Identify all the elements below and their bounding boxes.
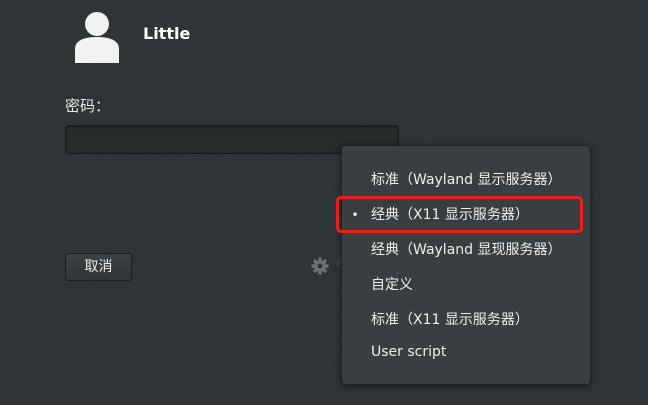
session-item-label: 标准（X11 显示服务器） [371,312,529,328]
session-item-classic-wayland[interactable]: 经典（Wayland 显现服务器） [342,235,590,265]
session-menu: 标准（Wayland 显示服务器） • 经典（X11 显示服务器） 经典（Way… [341,145,591,385]
session-item-label: 经典（X11 显示服务器） [371,207,529,223]
user-avatar-icon [75,12,119,63]
session-item-classic-x11[interactable]: • 经典（X11 显示服务器） [342,200,590,230]
password-label: 密码： [65,97,111,115]
session-item-label: User script [371,344,447,360]
session-item-label: 标准（Wayland 显示服务器） [371,172,562,188]
session-item-custom[interactable]: 自定义 [342,270,590,300]
user-avatar [75,11,119,63]
session-item-standard-wayland[interactable]: 标准（Wayland 显示服务器） [342,165,590,195]
session-item-label: 经典（Wayland 显现服务器） [371,242,562,258]
gear-icon [311,257,329,275]
session-item-user-script[interactable]: User script [342,337,590,367]
session-item-label: 自定义 [371,277,413,293]
cancel-button[interactable]: 取消 [65,253,132,281]
session-settings-button[interactable] [310,256,330,276]
session-item-standard-x11[interactable]: 标准（X11 显示服务器） [342,305,590,335]
selected-bullet: • [351,208,359,222]
user-name: Little [143,24,191,43]
